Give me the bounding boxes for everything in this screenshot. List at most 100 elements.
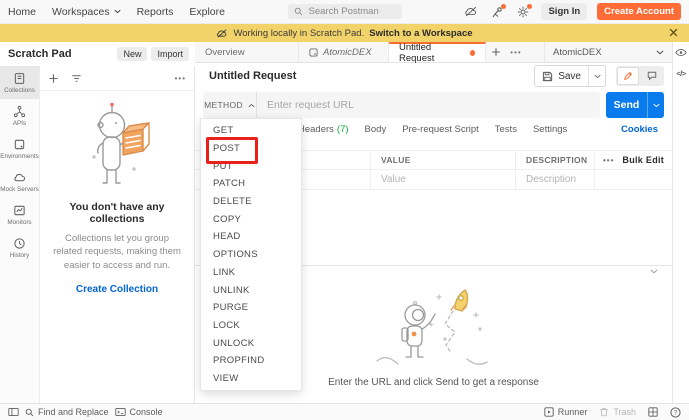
toggle-sidebar-icon[interactable] xyxy=(8,407,19,417)
method-selector[interactable]: METHOD xyxy=(203,92,257,118)
method-option-delete[interactable]: DELETE xyxy=(201,193,301,211)
description-cell[interactable]: Description xyxy=(515,170,594,189)
rocket-launch-illustration xyxy=(359,281,509,373)
method-option-get[interactable]: GET xyxy=(201,122,301,140)
method-option-view[interactable]: VIEW xyxy=(201,370,301,388)
import-button[interactable]: Import xyxy=(151,47,189,61)
value-cell[interactable]: Value xyxy=(370,170,515,189)
console-icon xyxy=(115,407,126,417)
environment-selector[interactable]: AtomicDEX xyxy=(544,42,672,62)
empty-collections-description: Collections let you group related reques… xyxy=(50,232,184,272)
monitors-icon xyxy=(13,204,26,217)
params-options-icon[interactable]: ••• xyxy=(603,156,614,165)
trash-icon xyxy=(599,407,609,417)
search-input[interactable] xyxy=(307,5,391,18)
filter-icon[interactable] xyxy=(71,73,82,84)
tab-body[interactable]: Body xyxy=(365,124,387,135)
nav-workspaces[interactable]: Workspaces xyxy=(52,6,121,18)
method-option-patch[interactable]: PATCH xyxy=(201,175,301,193)
chevron-down-icon xyxy=(656,50,664,55)
new-button[interactable]: New xyxy=(117,47,147,61)
empty-collections-title: You don't have any collections xyxy=(48,201,186,225)
tab-headers[interactable]: Headers(7) xyxy=(298,124,349,135)
create-account-button[interactable]: Create Account xyxy=(597,3,681,20)
sidebar-item-environments[interactable]: Environments xyxy=(0,132,39,165)
offline-cloud-icon xyxy=(216,29,228,38)
documentation-comments-toggle xyxy=(616,66,664,86)
request-config-tabs: Headers(7) Body Pre-request Script Tests… xyxy=(298,118,664,140)
mock-servers-icon xyxy=(13,171,26,184)
trash-button[interactable]: Trash xyxy=(599,407,636,417)
collections-panel: ••• You don't have any collections Colle… xyxy=(40,66,195,403)
sidebar-item-monitors[interactable]: Monitors xyxy=(0,198,39,231)
method-option-copy[interactable]: COPY xyxy=(201,210,301,228)
sign-in-button[interactable]: Sign In xyxy=(541,3,587,20)
tab-overview[interactable]: Overview xyxy=(195,42,299,62)
switch-to-workspace-link[interactable]: Switch to a Workspace xyxy=(369,28,472,39)
global-search[interactable] xyxy=(288,4,402,19)
method-option-unlock[interactable]: UNLOCK xyxy=(201,334,301,352)
method-option-put[interactable]: PUT xyxy=(201,157,301,175)
console-button[interactable]: Console xyxy=(115,407,163,417)
method-option-propfind[interactable]: PROPFIND xyxy=(201,352,301,370)
bulk-edit-button[interactable]: Bulk Edit xyxy=(622,155,664,165)
postman-app-window: Home Workspaces Reports Explore Sign In xyxy=(0,0,689,420)
request-url-row: METHOD Send xyxy=(203,92,664,118)
svg-text:?: ? xyxy=(674,409,678,416)
tab-untitled-request[interactable]: Untitled Request xyxy=(389,42,486,62)
sidebar-item-collections[interactable]: Collections xyxy=(0,66,39,99)
tab-settings[interactable]: Settings xyxy=(533,124,567,135)
tab-tests[interactable]: Tests xyxy=(495,124,517,135)
method-option-purge[interactable]: PURGE xyxy=(201,299,301,317)
method-option-post[interactable]: POST xyxy=(201,140,301,158)
help-icon[interactable]: ? xyxy=(670,407,681,418)
scratchpad-banner: Working locally in Scratch Pad. Switch t… xyxy=(0,24,689,42)
cookies-link[interactable]: Cookies xyxy=(621,124,658,135)
url-input[interactable] xyxy=(257,92,600,118)
nav-home[interactable]: Home xyxy=(8,6,36,18)
nav-explore[interactable]: Explore xyxy=(189,6,225,18)
create-collection-link[interactable]: Create Collection xyxy=(76,284,158,295)
environments-icon xyxy=(13,138,26,151)
tab-options-icon[interactable]: ••• xyxy=(506,42,526,62)
save-options-chevron[interactable] xyxy=(588,66,605,86)
environment-quick-look-icon[interactable] xyxy=(675,48,687,57)
add-collection-icon[interactable] xyxy=(48,73,59,84)
collections-toolbar: ••• xyxy=(40,66,194,91)
runner-button[interactable]: Runner xyxy=(544,407,588,417)
method-option-unlink[interactable]: UNLINK xyxy=(201,281,301,299)
status-bar: Find and Replace Console Runner Trash ? xyxy=(0,403,689,420)
send-options-chevron[interactable] xyxy=(647,92,664,118)
method-option-link[interactable]: LINK xyxy=(201,264,301,282)
sidebar-item-apis[interactable]: APIs xyxy=(0,99,39,132)
workspace-title: Scratch Pad xyxy=(8,48,72,60)
sidebar-item-mock-servers[interactable]: Mock Servers xyxy=(0,165,39,198)
method-option-lock[interactable]: LOCK xyxy=(201,317,301,335)
find-and-replace-button[interactable]: Find and Replace xyxy=(25,407,109,417)
method-option-options[interactable]: OPTIONS xyxy=(201,246,301,264)
two-pane-view-icon[interactable] xyxy=(648,407,658,417)
runner-icon xyxy=(544,407,554,417)
banner-message: Working locally in Scratch Pad. xyxy=(233,28,364,39)
banner-close-icon[interactable] xyxy=(668,27,679,38)
send-button[interactable]: Send xyxy=(606,92,664,118)
more-options-icon[interactable]: ••• xyxy=(175,74,186,83)
sidebar-rail: Collections APIs Environments Mock Serve… xyxy=(0,66,40,403)
offline-cloud-icon[interactable] xyxy=(463,4,479,20)
collections-empty-state: You don't have any collections Collectio… xyxy=(40,91,194,295)
edit-documentation-icon[interactable] xyxy=(617,67,639,85)
notification-dot xyxy=(501,4,506,9)
unsaved-changes-dot xyxy=(470,50,475,56)
method-option-head[interactable]: HEAD xyxy=(201,228,301,246)
sidebar-item-history[interactable]: History xyxy=(0,231,39,264)
code-snippet-icon[interactable]: </> xyxy=(676,69,685,78)
tab-pre-request-script[interactable]: Pre-request Script xyxy=(402,124,479,135)
settings-gear-icon[interactable] xyxy=(515,4,531,20)
comments-icon[interactable] xyxy=(641,67,663,85)
new-tab-icon[interactable] xyxy=(486,42,506,62)
save-button[interactable]: Save xyxy=(534,65,606,87)
capture-requests-icon[interactable] xyxy=(489,4,505,20)
nav-reports[interactable]: Reports xyxy=(137,6,174,18)
tab-atomicdex[interactable]: AtomicDEX xyxy=(299,42,389,62)
environment-name: AtomicDEX xyxy=(553,47,602,58)
